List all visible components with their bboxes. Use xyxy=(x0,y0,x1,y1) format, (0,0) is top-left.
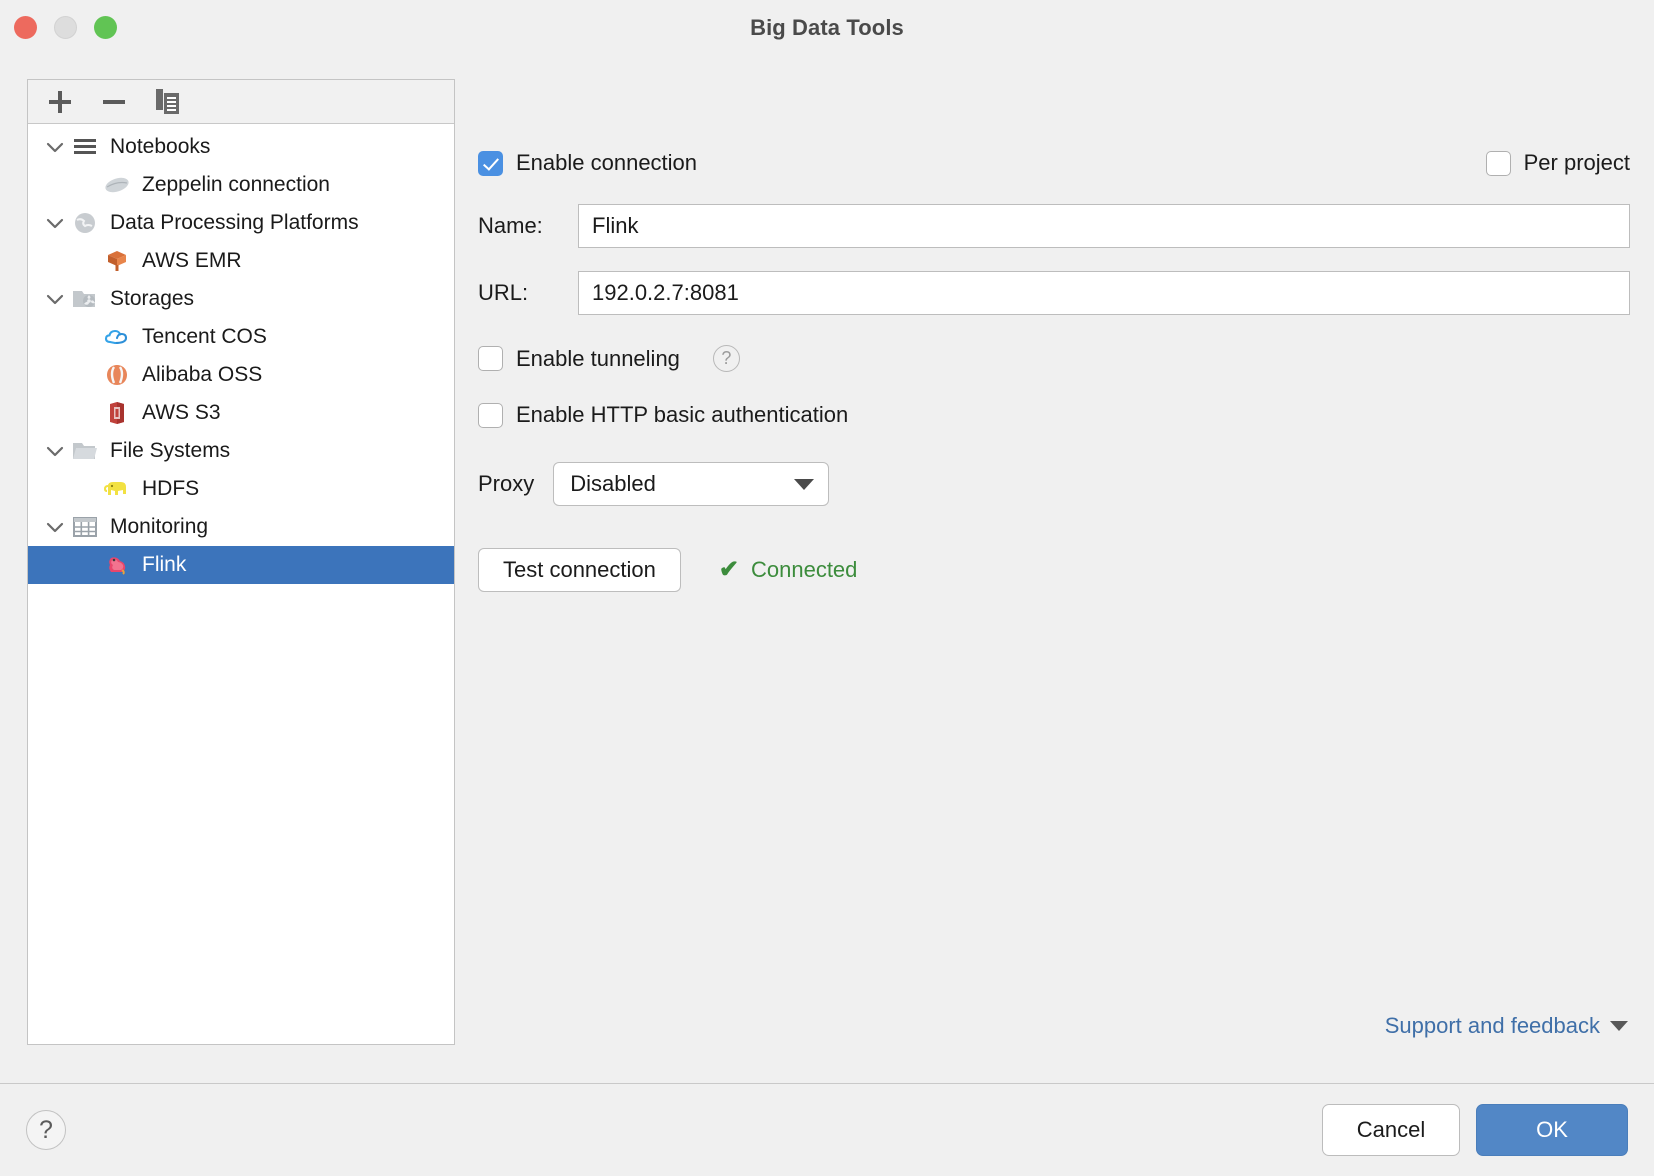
tree-item-label: AWS EMR xyxy=(142,249,242,273)
chevron-down-icon xyxy=(1610,1021,1628,1031)
enable-connection-checkbox[interactable]: Enable connection xyxy=(478,150,697,176)
ok-button[interactable]: OK xyxy=(1476,1104,1628,1156)
checkbox-box[interactable] xyxy=(1486,151,1511,176)
connections-tree: Notebooks Zeppelin connection xyxy=(28,124,454,1044)
connection-settings-panel: Enable connection Per project Name: Flin… xyxy=(478,79,1630,1045)
test-connection-row: Test connection ✔ Connected xyxy=(478,548,1630,592)
tree-item-storages[interactable]: Storages xyxy=(28,280,454,318)
dialog-footer: ? Cancel OK xyxy=(0,1083,1654,1176)
chevron-down-icon[interactable] xyxy=(40,445,70,457)
chevron-down-icon[interactable] xyxy=(40,217,70,229)
tree-item-aws-s3[interactable]: AWS S3 xyxy=(28,394,454,432)
name-input[interactable]: Flink xyxy=(578,204,1630,248)
copy-icon xyxy=(156,89,180,115)
tree-item-label: Data Processing Platforms xyxy=(110,211,359,235)
enable-http-basic-auth-checkbox[interactable] xyxy=(478,403,503,428)
dialog-body: Notebooks Zeppelin connection xyxy=(0,55,1654,1083)
test-connection-button[interactable]: Test connection xyxy=(478,548,681,592)
proxy-row: Proxy Disabled xyxy=(478,462,1630,506)
url-label: URL: xyxy=(478,280,578,306)
traffic-light-buttons xyxy=(14,16,117,39)
hadoop-elephant-icon xyxy=(102,476,132,502)
checkbox-box[interactable] xyxy=(478,151,503,176)
aws-s3-icon xyxy=(102,400,132,426)
tree-item-label: Monitoring xyxy=(110,515,208,539)
tunneling-help-icon[interactable]: ? xyxy=(713,345,740,372)
tree-item-notebooks[interactable]: Notebooks xyxy=(28,128,454,166)
globe-icon xyxy=(70,210,100,236)
proxy-label: Proxy xyxy=(478,471,534,497)
tree-item-file-systems[interactable]: File Systems xyxy=(28,432,454,470)
storages-icon xyxy=(70,286,100,312)
tree-item-monitoring[interactable]: Monitoring xyxy=(28,508,454,546)
tree-item-flink[interactable]: Flink xyxy=(28,546,454,584)
notebooks-icon xyxy=(70,134,100,160)
url-field-row: URL: 192.0.2.7:8081 xyxy=(478,271,1630,315)
close-button[interactable] xyxy=(14,16,37,39)
remove-connection-button[interactable] xyxy=(98,87,130,117)
chevron-down-icon[interactable] xyxy=(40,141,70,153)
enable-http-basic-auth-label: Enable HTTP basic authentication xyxy=(516,402,848,428)
name-field-row: Name: Flink xyxy=(478,204,1630,248)
tree-item-aws-emr[interactable]: AWS EMR xyxy=(28,242,454,280)
zoom-button[interactable] xyxy=(94,16,117,39)
minimize-button[interactable] xyxy=(54,16,77,39)
tree-item-label: Notebooks xyxy=(110,135,210,159)
tree-item-zeppelin-connection[interactable]: Zeppelin connection xyxy=(28,166,454,204)
url-input[interactable]: 192.0.2.7:8081 xyxy=(578,271,1630,315)
per-project-label: Per project xyxy=(1524,150,1630,176)
alibaba-oss-icon xyxy=(102,362,132,388)
proxy-selected-value: Disabled xyxy=(570,471,656,497)
enable-tunneling-checkbox[interactable] xyxy=(478,346,503,371)
tree-item-data-processing-platforms[interactable]: Data Processing Platforms xyxy=(28,204,454,242)
big-data-tools-dialog: Big Data Tools xyxy=(0,0,1654,1176)
copy-connection-button[interactable] xyxy=(152,87,184,117)
tree-item-label: File Systems xyxy=(110,439,230,463)
tree-item-tencent-cos[interactable]: Tencent COS xyxy=(28,318,454,356)
tree-item-label: Zeppelin connection xyxy=(142,173,330,197)
support-and-feedback-link[interactable]: Support and feedback xyxy=(1385,1013,1628,1039)
help-button[interactable]: ? xyxy=(26,1110,66,1150)
add-connection-button[interactable] xyxy=(44,87,76,117)
enable-tunneling-label: Enable tunneling xyxy=(516,346,680,372)
name-label: Name: xyxy=(478,213,578,239)
tencent-cos-icon xyxy=(102,324,132,350)
chevron-down-icon[interactable] xyxy=(40,293,70,305)
tree-item-label: AWS S3 xyxy=(142,401,221,425)
chevron-down-icon[interactable] xyxy=(40,521,70,533)
check-icon: ✔ xyxy=(719,558,739,582)
support-and-feedback-label: Support and feedback xyxy=(1385,1013,1600,1039)
top-checkbox-row: Enable connection Per project xyxy=(478,145,1630,181)
enable-connection-label: Enable connection xyxy=(516,150,697,176)
per-project-checkbox[interactable]: Per project xyxy=(1486,150,1630,176)
table-grid-icon xyxy=(70,514,100,540)
zeppelin-icon xyxy=(102,172,132,198)
minus-icon xyxy=(103,91,125,113)
enable-http-basic-auth-row: Enable HTTP basic authentication xyxy=(478,402,1630,428)
tree-item-label: Alibaba OSS xyxy=(142,363,262,387)
cancel-button[interactable]: Cancel xyxy=(1322,1104,1460,1156)
connection-status: ✔ Connected xyxy=(719,557,858,583)
connection-status-label: Connected xyxy=(751,557,857,583)
plus-icon xyxy=(49,91,71,113)
tree-item-label: HDFS xyxy=(142,477,199,501)
tree-toolbar xyxy=(28,80,454,124)
tree-item-hdfs[interactable]: HDFS xyxy=(28,470,454,508)
connections-tree-panel: Notebooks Zeppelin connection xyxy=(27,79,455,1045)
flink-squirrel-icon xyxy=(102,552,132,578)
title-bar: Big Data Tools xyxy=(0,0,1654,55)
chevron-down-icon xyxy=(794,479,814,490)
folder-icon xyxy=(70,438,100,464)
tree-item-label: Flink xyxy=(142,553,186,577)
proxy-select[interactable]: Disabled xyxy=(553,462,829,506)
tree-item-label: Tencent COS xyxy=(142,325,267,349)
footer-actions: Cancel OK xyxy=(1322,1104,1628,1156)
tree-item-label: Storages xyxy=(110,287,194,311)
tree-item-alibaba-oss[interactable]: Alibaba OSS xyxy=(28,356,454,394)
window-title: Big Data Tools xyxy=(0,15,1654,41)
enable-tunneling-row: Enable tunneling ? xyxy=(478,345,1630,372)
aws-emr-icon xyxy=(102,248,132,274)
